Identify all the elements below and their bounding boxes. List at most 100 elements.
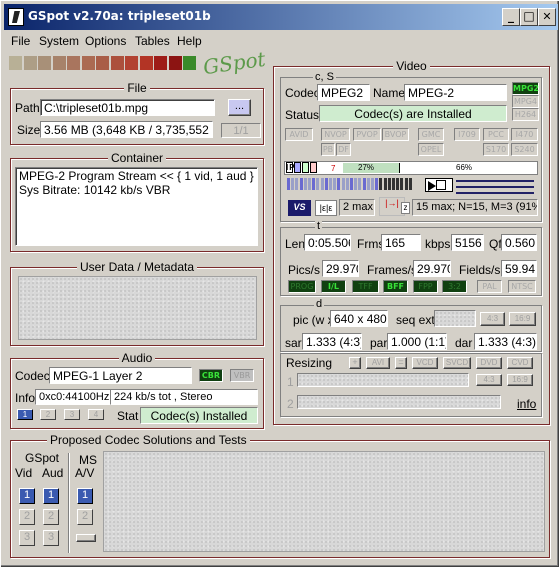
video-codec-label: Codec bbox=[285, 86, 320, 100]
dar-label: dar bbox=[455, 336, 473, 350]
s170-indicator: S170 bbox=[483, 143, 509, 156]
gop-cell bbox=[371, 178, 374, 190]
gop-transport-icon bbox=[425, 178, 453, 192]
gop-info-field: 15 max; N=15, M=3 (91% bbox=[412, 199, 538, 216]
gop-cell bbox=[387, 178, 391, 190]
sar-label: sar bbox=[285, 336, 302, 350]
pics-field: 29.970 bbox=[322, 260, 359, 277]
container-caption: Container bbox=[107, 151, 167, 165]
resize-ar-43-button[interactable]: 4:3 bbox=[476, 374, 502, 386]
resize-row-2-label: 2 bbox=[287, 397, 294, 411]
ms-label: MS bbox=[79, 453, 97, 467]
resize-dvd-button[interactable]: DVD bbox=[476, 357, 502, 369]
gspot-vid-1[interactable]: 1 bbox=[19, 488, 35, 504]
gop-pattern bbox=[287, 178, 415, 191]
path-field[interactable]: C:\tripleset01b.mpg bbox=[40, 99, 215, 116]
vs-icon: VS bbox=[288, 200, 311, 216]
gspot-aud-3[interactable]: 3 bbox=[43, 530, 59, 546]
resize-vcd-button[interactable]: VCD bbox=[412, 357, 438, 369]
logo-swatch bbox=[38, 56, 52, 70]
info-link[interactable]: info bbox=[517, 397, 536, 411]
i709-indicator: I709 bbox=[454, 128, 480, 141]
audio-track-1[interactable]: 1 bbox=[17, 409, 33, 420]
resize-row-1-label: 1 bbox=[287, 375, 294, 389]
menu-file[interactable]: File bbox=[11, 34, 30, 48]
title-bar[interactable]: GSpot v2.70a: tripleset01b _ □ ✕ bbox=[4, 4, 558, 30]
gspot-col-label: GSpot bbox=[25, 451, 60, 465]
pct1-label: 27% bbox=[358, 163, 375, 172]
audio-track-2[interactable]: 2 bbox=[40, 409, 56, 420]
ntsc-indicator: NTSC bbox=[508, 280, 536, 293]
pal-indicator: PAL bbox=[477, 280, 502, 293]
fields-label: Fields/s bbox=[459, 263, 501, 277]
ar-43-button[interactable]: 4:3 bbox=[480, 312, 505, 326]
df-indicator: DF bbox=[336, 143, 351, 156]
avid-indicator: AVID bbox=[285, 128, 313, 141]
gop-cell bbox=[329, 178, 332, 190]
video-status-field: Codec(s) are Installed bbox=[319, 105, 507, 122]
h264-indicator: H264 bbox=[512, 108, 539, 121]
i470-indicator: I470 bbox=[511, 128, 538, 141]
ms-av-1[interactable]: 1 bbox=[77, 488, 93, 504]
resize-svcd-button[interactable]: SVCD bbox=[443, 357, 471, 369]
gop-cell bbox=[295, 178, 299, 190]
resize-avi-button[interactable]: AVI bbox=[366, 357, 390, 369]
pvop-indicator: PVOP bbox=[353, 128, 381, 141]
audio-codec-label: Codec bbox=[15, 369, 50, 383]
logo-swatch bbox=[168, 56, 183, 70]
gop-cell bbox=[312, 178, 316, 190]
audio-track-4[interactable]: 4 bbox=[88, 409, 104, 420]
audio-info-id: 0xc0:44100Hz bbox=[35, 389, 111, 405]
audio-track-3[interactable]: 3 bbox=[64, 409, 80, 420]
gop-cell bbox=[320, 178, 324, 190]
menu-tables[interactable]: Tables bbox=[135, 34, 170, 48]
gmc-indicator: GMC bbox=[418, 128, 444, 141]
resize-row-1-field bbox=[297, 373, 469, 387]
pic-label: pic (w x bbox=[293, 313, 334, 327]
size-label: Size bbox=[17, 123, 41, 137]
gop-cell bbox=[379, 178, 383, 190]
bvop-indicator: BVOP bbox=[382, 128, 409, 141]
video-name-label: Name bbox=[373, 86, 406, 100]
gspot-aud-1[interactable]: 1 bbox=[43, 488, 59, 504]
menu-options[interactable]: Options bbox=[85, 34, 126, 48]
len-field: 0:05.506 bbox=[304, 234, 351, 251]
gop-cell bbox=[392, 178, 395, 190]
kbps-label: kbps bbox=[425, 237, 451, 251]
resize-plus-button[interactable]: + bbox=[349, 357, 361, 369]
gspot-aud-2[interactable]: 2 bbox=[43, 509, 59, 525]
container-line-1: MPEG-2 Program Stream << { 1 vid, 1 aud … bbox=[19, 169, 254, 183]
container-info[interactable]: MPEG-2 Program Stream << { 1 vid, 1 aud … bbox=[15, 167, 258, 246]
gop-cell bbox=[375, 178, 379, 190]
ms-av-2[interactable]: 2 bbox=[77, 509, 93, 525]
s240-indicator: S240 bbox=[511, 143, 538, 156]
resize-ar-169-button[interactable]: 16:9 bbox=[507, 374, 533, 386]
gop-cell bbox=[383, 178, 387, 190]
mpg4-indicator: MPG4 bbox=[512, 95, 539, 108]
qf-label: Qf bbox=[489, 237, 502, 251]
field-order-icon: |ε|ε bbox=[315, 200, 337, 216]
file-caption: File bbox=[124, 81, 150, 95]
maximize-button[interactable]: □ bbox=[520, 8, 538, 26]
gop-cell bbox=[345, 178, 349, 190]
close-button[interactable]: ✕ bbox=[538, 8, 556, 26]
browse-button[interactable]: ... bbox=[228, 99, 251, 116]
ar-169-button[interactable]: 16:9 bbox=[509, 312, 536, 326]
userdata-caption: User Data / Metadata bbox=[76, 260, 198, 274]
minimize-button[interactable]: _ bbox=[502, 8, 520, 26]
menu-help[interactable]: Help bbox=[177, 34, 202, 48]
gop-cell bbox=[303, 178, 307, 190]
len-label: Len bbox=[285, 237, 306, 251]
gspot-vid-3[interactable]: 3 bbox=[19, 530, 35, 546]
gop-cell bbox=[396, 178, 400, 190]
menu-system[interactable]: System bbox=[39, 34, 79, 48]
resize-cvd-button[interactable]: CVD bbox=[507, 357, 533, 369]
gop-cell bbox=[316, 178, 320, 190]
prog-indicator: PROG bbox=[288, 280, 316, 293]
audio-stat-field: Codec(s) Installed bbox=[140, 407, 258, 424]
size-field: 3.56 MB (3,648 KB / 3,735,552 byt bbox=[40, 121, 213, 138]
ms-extra-button[interactable] bbox=[76, 534, 96, 542]
gspot-vid-2[interactable]: 2 bbox=[19, 509, 35, 525]
pic-field: 640 x 480 bbox=[330, 310, 388, 327]
resize-eq-button[interactable]: = bbox=[395, 357, 407, 369]
